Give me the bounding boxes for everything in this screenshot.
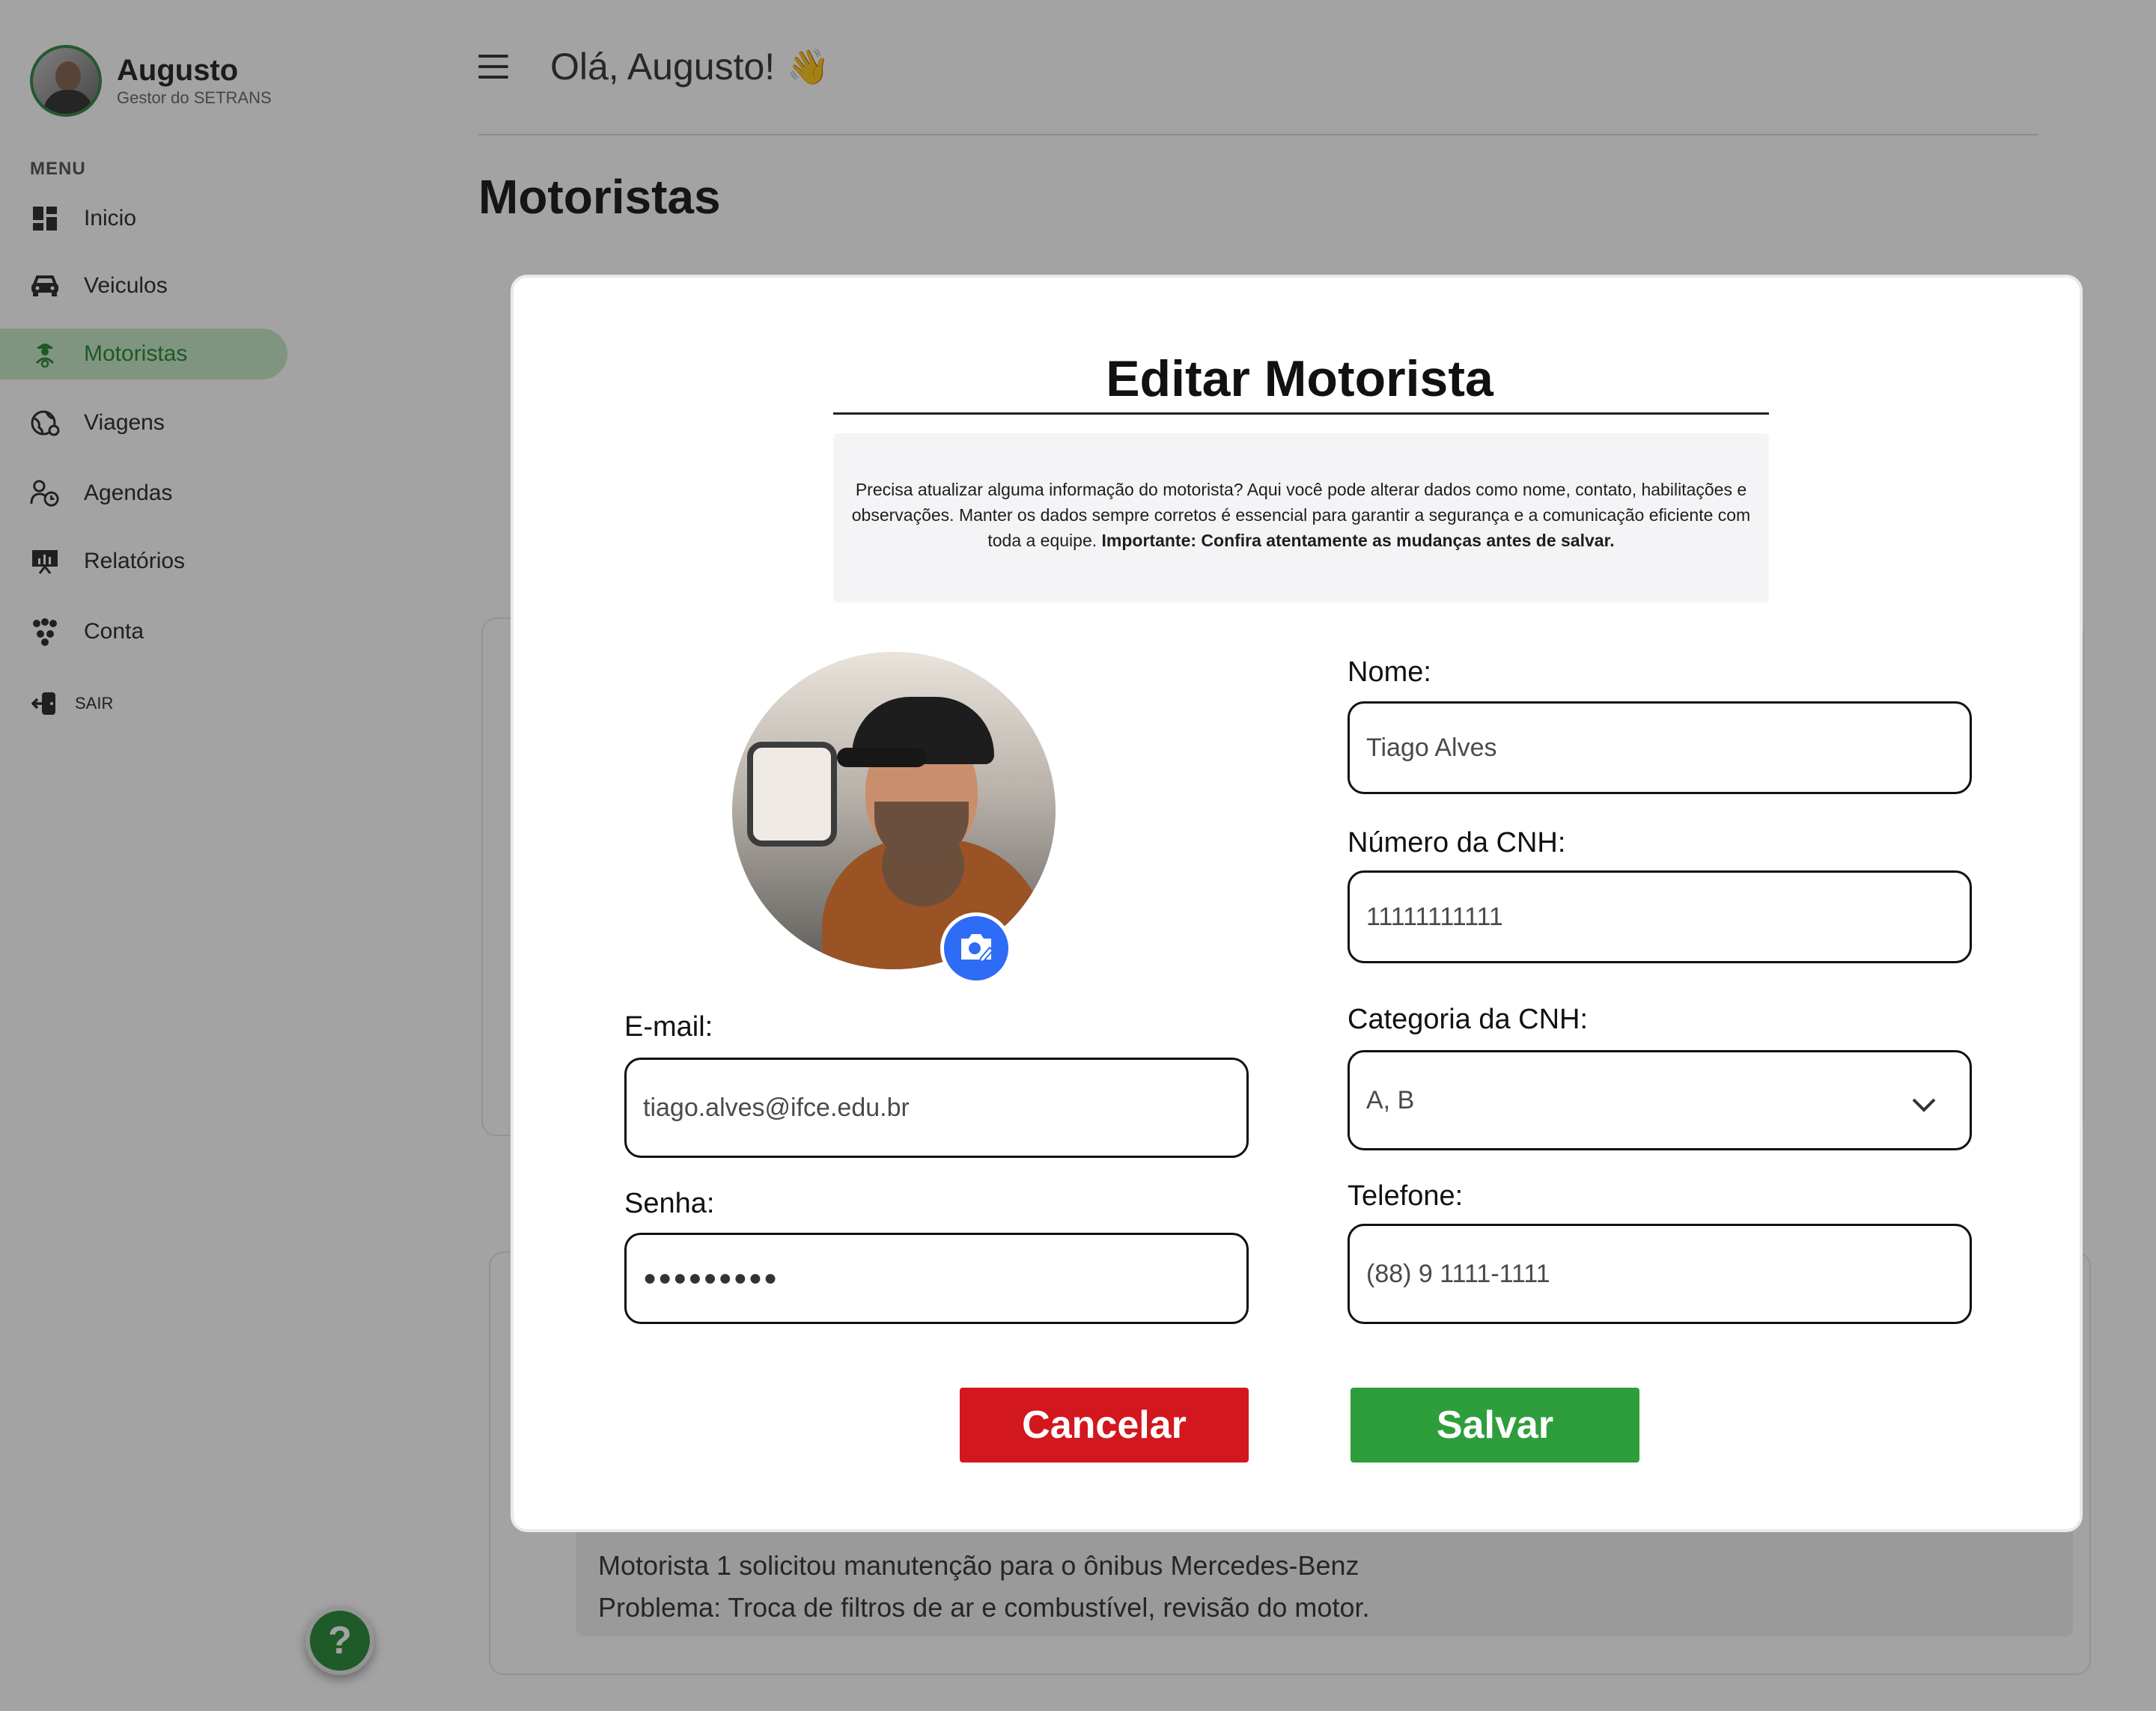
password-label: Senha: — [624, 1188, 715, 1219]
name-input[interactable] — [1366, 733, 1970, 763]
edit-driver-modal: Editar Motorista Precisa atualizar algum… — [511, 275, 2083, 1532]
password-field[interactable]: ●●●●●●●●● — [624, 1233, 1249, 1324]
email-input[interactable] — [643, 1093, 1246, 1123]
cnh-category-label: Categoria da CNH: — [1348, 1004, 1589, 1035]
save-button[interactable]: Salvar — [1350, 1388, 1639, 1463]
phone-input[interactable] — [1366, 1259, 1970, 1289]
phone-field[interactable] — [1348, 1224, 1972, 1324]
cnh-number-input[interactable] — [1366, 902, 1970, 932]
info-important: Importante: Confira atentamente as mudan… — [1101, 531, 1615, 550]
cnh-category-value: A, B — [1366, 1085, 1415, 1114]
camera-edit-icon — [958, 931, 994, 966]
cnh-number-label: Número da CNH: — [1348, 827, 1566, 858]
modal-title: Editar Motorista — [1106, 350, 1493, 407]
password-masked-value: ●●●●●●●●● — [643, 1266, 779, 1290]
phone-label: Telefone: — [1348, 1180, 1464, 1212]
driver-photo — [732, 652, 1056, 969]
email-field[interactable] — [624, 1058, 1249, 1158]
cnh-number-field[interactable] — [1348, 870, 1972, 963]
name-label: Nome: — [1348, 656, 1431, 688]
cancel-button[interactable]: Cancelar — [960, 1388, 1249, 1463]
cnh-category-select[interactable]: A, B — [1348, 1050, 1972, 1150]
info-box: Precisa atualizar alguma informação do m… — [833, 433, 1769, 603]
email-label: E-mail: — [624, 1011, 713, 1043]
title-underline — [833, 412, 1769, 415]
chevron-down-icon — [1911, 1091, 1937, 1120]
name-field[interactable] — [1348, 701, 1972, 794]
change-photo-button[interactable] — [940, 912, 1012, 984]
